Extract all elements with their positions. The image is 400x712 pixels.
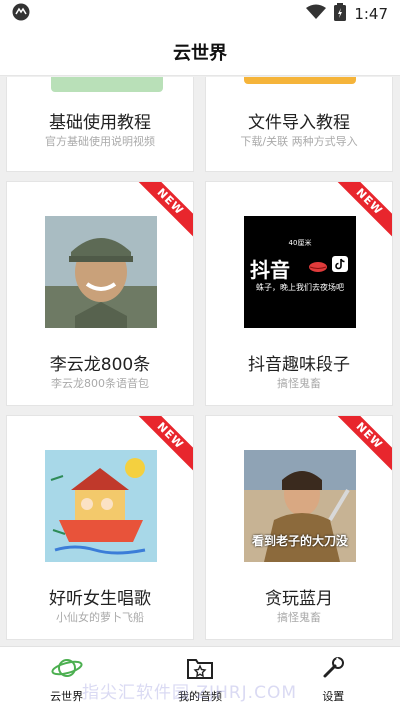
card-girl-songs[interactable]: NEW 好听女生唱歌 小仙女的萝卜飞船 bbox=[6, 415, 194, 640]
card-thumbnail bbox=[45, 216, 157, 328]
app-icon bbox=[12, 3, 30, 25]
card-grid[interactable]: 基础使用教程 官方基础使用说明视频 文件导入教程 下载/关联 两种方式导入 NE… bbox=[0, 77, 400, 646]
card-subtitle: 李云龙800条语音包 bbox=[51, 377, 149, 390]
image-bottom-text: 蛛子，晚上我们去夜场吧 bbox=[256, 283, 344, 292]
wrench-icon bbox=[319, 656, 347, 684]
nav-item-settings[interactable]: 设置 bbox=[267, 647, 400, 712]
card-liyunlong[interactable]: NEW 李云龙800条 李云龙800条语音包 bbox=[6, 181, 194, 406]
card-title: 好听女生唱歌 bbox=[49, 589, 151, 609]
star-folder-icon bbox=[186, 656, 214, 684]
tiktok-icon bbox=[332, 256, 348, 276]
card-subtitle: 搞怪鬼畜 bbox=[277, 377, 321, 390]
card-subtitle: 下载/关联 两种方式导入 bbox=[240, 135, 358, 148]
card-thumbnail: 40厘米 抖音 蛛子，晚上我们去夜场吧 bbox=[244, 216, 356, 328]
lips-icon bbox=[308, 258, 328, 277]
card-title: 贪玩蓝月 bbox=[265, 589, 333, 609]
drawing-image bbox=[45, 450, 157, 562]
page-title: 云世界 bbox=[173, 42, 227, 64]
card-import-tutorial[interactable]: 文件导入教程 下载/关联 两种方式导入 bbox=[205, 77, 393, 172]
image-main-text: 抖音 bbox=[250, 258, 290, 282]
card-thumbnail bbox=[45, 450, 157, 562]
card-title: 基础使用教程 bbox=[49, 113, 151, 133]
card-thumbnail: 看到老子的大刀没 bbox=[244, 450, 356, 562]
nav-item-my-audio[interactable]: 我的音频 bbox=[133, 647, 266, 712]
bottom-nav: 云世界 我的音频 设置 bbox=[0, 646, 400, 712]
card-title: 抖音趣味段子 bbox=[248, 355, 350, 375]
nav-item-cloud-world[interactable]: 云世界 bbox=[0, 647, 133, 712]
image-top-text: 40厘米 bbox=[288, 239, 312, 247]
wifi-icon bbox=[306, 4, 327, 24]
card-subtitle: 官方基础使用说明视频 bbox=[45, 135, 155, 148]
card-thumbnail bbox=[51, 77, 163, 92]
card-basic-tutorial[interactable]: 基础使用教程 官方基础使用说明视频 bbox=[6, 77, 194, 172]
planet-icon bbox=[51, 656, 83, 684]
nav-label: 我的音频 bbox=[177, 689, 222, 703]
nav-label: 设置 bbox=[322, 689, 345, 703]
card-subtitle: 小仙女的萝卜飞船 bbox=[56, 611, 144, 624]
card-douyin[interactable]: 40厘米 抖音 蛛子，晚上我们去夜场吧 NEW 抖音趣味段子 搞怪鬼畜 bbox=[205, 181, 393, 406]
card-subtitle: 搞怪鬼畜 bbox=[277, 611, 321, 624]
portrait-image bbox=[45, 216, 157, 328]
image-caption: 看到老子的大刀没 bbox=[251, 534, 348, 548]
status-time: 1:47 bbox=[354, 5, 388, 23]
status-bar: 1:47 bbox=[0, 0, 400, 28]
battery-icon bbox=[334, 3, 347, 25]
nav-label: 云世界 bbox=[50, 689, 84, 703]
app-header: 云世界 bbox=[0, 28, 400, 76]
card-tanwan-lanyue[interactable]: 看到老子的大刀没 NEW 贪玩蓝月 搞怪鬼畜 bbox=[205, 415, 393, 640]
card-thumbnail bbox=[244, 77, 356, 84]
card-title: 文件导入教程 bbox=[248, 113, 350, 133]
card-title: 李云龙800条 bbox=[49, 355, 151, 375]
